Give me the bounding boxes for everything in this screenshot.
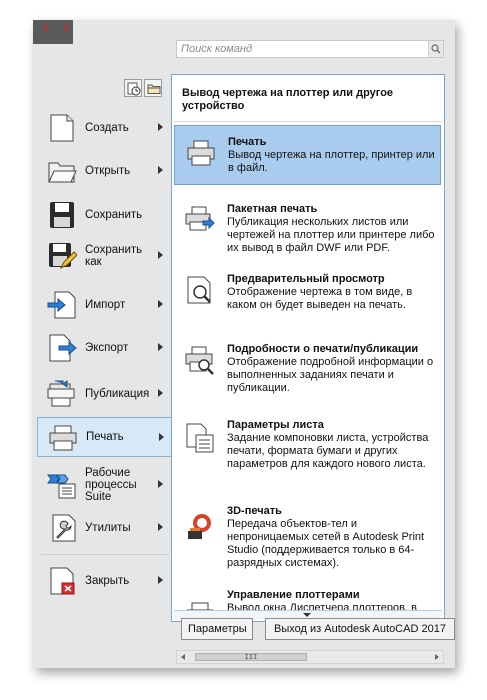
menu-item-label: Сохранить	[85, 209, 143, 221]
menu-item-open[interactable]: Открыть	[37, 151, 171, 191]
submenu-arrow-icon	[158, 300, 163, 308]
scroll-right-arrow-icon[interactable]	[435, 654, 439, 660]
application-menu-window: Создать Открыть Сохранить	[33, 20, 455, 668]
submenu-item-3d-print[interactable]: 3D-печать Передача объектов-тел и непрон…	[174, 495, 441, 575]
folder-icon	[147, 84, 161, 94]
menu-item-print[interactable]: Печать	[37, 417, 171, 457]
horizontal-scrollbar[interactable]: III	[176, 650, 444, 664]
submenu-arrow-icon	[159, 433, 164, 441]
import-icon	[47, 291, 76, 319]
submenu-arrow-icon	[158, 166, 163, 174]
preview-icon	[187, 276, 211, 304]
app-menu-button[interactable]	[33, 20, 73, 44]
open-folder-icon	[48, 162, 77, 183]
scroll-left-arrow-icon[interactable]	[181, 654, 185, 660]
menu-item-label: Печать	[86, 431, 124, 443]
recent-documents-button[interactable]	[124, 79, 142, 97]
page-setup-icon	[186, 423, 214, 453]
submenu-arrow-icon	[158, 480, 163, 488]
new-document-icon	[50, 114, 74, 142]
menu-item-label: Сохранить как	[85, 244, 143, 268]
menu-item-export[interactable]: Экспорт	[37, 328, 171, 368]
wrench-icon	[52, 514, 76, 542]
autocad-logo-icon	[43, 24, 69, 32]
menu-item-label: Создать	[85, 122, 129, 134]
entry-title: Печать	[228, 136, 267, 148]
menu-item-label: Публикация	[85, 388, 150, 400]
scrollbar-thumb[interactable]: III	[195, 653, 307, 661]
entry-description: Вывод чертежа на плоттер, принтер или в …	[228, 149, 435, 174]
menu-item-label: Закрыть	[85, 575, 130, 587]
panel-divider	[174, 121, 442, 122]
submenu-arrow-icon	[158, 123, 163, 131]
menu-item-label: Импорт	[85, 299, 126, 311]
entry-description: Передача объектов-тел и непроницаемых се…	[227, 518, 425, 569]
open-documents-button[interactable]	[144, 79, 162, 97]
menu-item-label: Открыть	[85, 165, 131, 177]
submenu-item-plot-preview[interactable]: Предварительный просмотр Отображение чер…	[174, 263, 441, 323]
print-submenu-panel: Вывод чертежа на плоттер или другое устр…	[171, 74, 445, 622]
menu-separator	[41, 554, 169, 555]
entry-description: Публикация нескольких листов или чертеже…	[227, 216, 435, 254]
export-icon	[49, 334, 77, 362]
submenu-item-print-details[interactable]: Подробности о печати/публикации Отображе…	[174, 333, 441, 405]
entry-title: Пакетная печать	[227, 203, 318, 215]
entry-description: Отображение подробной информации о выпол…	[227, 356, 434, 394]
menu-item-new[interactable]: Создать	[37, 108, 171, 148]
search-button[interactable]	[428, 41, 443, 57]
menu-item-utilities[interactable]: Утилиты	[37, 508, 171, 548]
entry-description: Отображение чертежа в том виде, в каком …	[227, 286, 413, 311]
save-as-icon	[49, 243, 77, 270]
menu-item-close[interactable]: Закрыть	[37, 561, 171, 601]
menu-item-save[interactable]: Сохранить	[37, 195, 171, 235]
search-input[interactable]	[179, 41, 426, 57]
printer-icon	[187, 140, 215, 166]
entry-title: Параметры листа	[227, 419, 324, 431]
scroll-down-arrow-icon	[303, 613, 311, 617]
close-document-icon	[50, 567, 75, 595]
submenu-arrow-icon	[158, 343, 163, 351]
suite-workflows-icon	[47, 474, 76, 499]
search-icon	[431, 44, 441, 54]
submenu-arrow-icon	[158, 251, 163, 259]
search-box	[176, 40, 444, 58]
menu-item-label: Экспорт	[85, 342, 129, 354]
recent-documents-toolbar	[124, 79, 162, 99]
3d-print-icon	[188, 514, 211, 539]
recent-clock-icon	[127, 82, 141, 96]
publish-icon	[47, 380, 75, 407]
menu-item-save-as[interactable]: Сохранить как	[37, 236, 171, 276]
menu-item-publish[interactable]: Публикация	[37, 374, 171, 414]
menu-item-label: Рабочие процессы Suite	[85, 467, 137, 503]
entry-description: Задание компоновки листа, устройства печ…	[227, 432, 429, 470]
options-button[interactable]: Параметры	[181, 618, 253, 640]
printer-icon	[49, 425, 77, 451]
menu-item-label: Утилиты	[85, 522, 131, 534]
submenu-arrow-icon	[158, 523, 163, 531]
entry-title: Подробности о печати/публикации	[227, 343, 419, 355]
entry-title: Предварительный просмотр	[227, 273, 385, 285]
entry-title: Управление плоттерами	[227, 589, 360, 601]
exit-autocad-button[interactable]: Выход из Autodesk AutoCAD 2017	[265, 618, 455, 640]
menu-item-import[interactable]: Импорт	[37, 285, 171, 325]
submenu-item-print[interactable]: Печать Вывод чертежа на плоттер, принтер…	[174, 125, 441, 185]
submenu-item-batch-print[interactable]: Пакетная печать Публикация нескольких ли…	[174, 193, 441, 261]
save-disk-icon	[50, 202, 74, 228]
submenu-item-page-setup[interactable]: Параметры листа Задание компоновки листа…	[174, 409, 441, 489]
submenu-arrow-icon	[158, 389, 163, 397]
menu-item-suite-workflows[interactable]: Рабочие процессы Suite	[37, 465, 171, 505]
entry-title: 3D-печать	[227, 505, 282, 517]
batch-print-icon	[185, 206, 215, 231]
submenu-arrow-icon	[158, 576, 163, 584]
panel-header: Вывод чертежа на плоттер или другое устр…	[182, 87, 394, 112]
print-details-icon	[185, 346, 214, 375]
